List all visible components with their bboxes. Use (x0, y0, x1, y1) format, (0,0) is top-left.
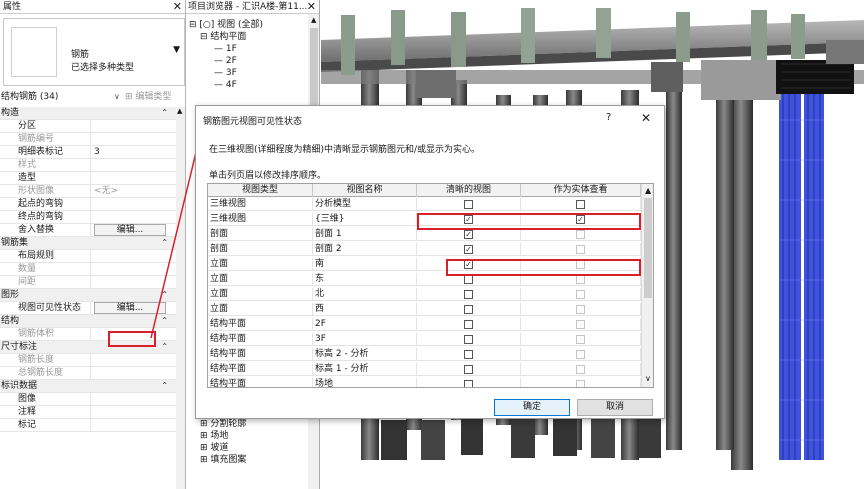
table-row[interactable]: 结构平面 标高 2 - 分析 (208, 348, 641, 361)
view-type-cell: 剖面 (208, 243, 313, 256)
clear-view-cell (417, 318, 521, 331)
clear-view-checkbox[interactable] (464, 275, 473, 284)
dialog-instruction: 在三维视图(详细程度为精细)中清晰显示钢筋图元和/或显示为实心。 (209, 145, 481, 155)
view-type-cell: 立面 (208, 258, 313, 271)
solid-view-cell (521, 288, 641, 301)
table-row[interactable]: 三维视图 分析模型 (208, 198, 641, 211)
solid-view-cell (521, 333, 641, 346)
clear-view-cell (417, 333, 521, 346)
view-as-solid-checkbox[interactable] (576, 305, 585, 314)
highlight-edit-button (108, 331, 156, 347)
view-as-solid-checkbox[interactable] (576, 245, 585, 254)
view-name-cell: 2F (313, 318, 417, 331)
clear-view-cell (417, 378, 521, 387)
clear-view-cell (417, 363, 521, 376)
view-name-cell: 南 (313, 258, 417, 271)
view-name-cell: 剖面 1 (313, 228, 417, 241)
view-as-solid-checkbox[interactable] (576, 230, 585, 239)
sort-hint: 单击列页眉以修改排序顺序。 (209, 171, 327, 181)
clear-view-checkbox[interactable] (464, 350, 473, 359)
solid-view-cell (521, 348, 641, 361)
view-name-cell: 西 (313, 303, 417, 316)
view-name-cell: 场地 (313, 378, 417, 387)
clear-view-checkbox[interactable]: ✓ (464, 230, 473, 239)
table-row[interactable]: 剖面 剖面 2 ✓ (208, 243, 641, 256)
view-as-solid-checkbox[interactable] (576, 320, 585, 329)
clear-view-checkbox[interactable] (464, 320, 473, 329)
cancel-button[interactable]: 取消 (577, 399, 653, 416)
view-type-cell: 结构平面 (208, 363, 313, 376)
view-type-cell: 立面 (208, 288, 313, 301)
view-type-cell: 结构平面 (208, 348, 313, 361)
solid-view-cell (521, 378, 641, 387)
clear-view-cell (417, 348, 521, 361)
column-header-view-as-solid[interactable]: 作为实体查看 (521, 184, 641, 197)
clear-view-cell (417, 303, 521, 316)
clear-view-checkbox[interactable]: ✓ (464, 245, 473, 254)
table-row[interactable]: 立面西 (208, 303, 641, 316)
revit-window: 属性 ✕ 钢筋 已选择多种类型 ▼ 结构钢筋 (34) ∨ ⊞ 编辑类型 构造 ⌃… (0, 0, 864, 489)
clear-view-cell: ✓ (417, 243, 521, 256)
clear-view-cell (417, 198, 521, 211)
ok-button[interactable]: 确定 (494, 399, 570, 416)
clear-view-cell (417, 288, 521, 301)
highlight-3d-row (417, 213, 641, 230)
view-name-cell: 3F (313, 333, 417, 346)
clear-view-checkbox[interactable] (464, 365, 473, 374)
table-row[interactable]: 立面北 (208, 288, 641, 301)
clear-view-checkbox[interactable] (464, 380, 473, 387)
table-row[interactable]: 结构平面 3F (208, 333, 641, 346)
clear-view-checkbox[interactable] (464, 290, 473, 299)
solid-view-cell (521, 303, 641, 316)
dialog-title: 钢筋图元视图可见性状态 (203, 117, 303, 127)
view-name-cell: 分析模型 (313, 198, 417, 211)
dialog-close-button[interactable]: ✕ (641, 111, 651, 125)
rebar-visibility-dialog: 钢筋图元视图可见性状态 ? ✕ 在三维视图(详细程度为精细)中清晰显示钢筋图元和… (195, 105, 665, 419)
view-as-solid-checkbox[interactable] (576, 275, 585, 284)
view-type-cell: 结构平面 (208, 333, 313, 346)
view-name-cell: 标高 2 - 分析 (313, 348, 417, 361)
table-row[interactable]: 结构平面 2F (208, 318, 641, 331)
solid-view-cell (521, 363, 641, 376)
view-as-solid-checkbox[interactable] (576, 365, 585, 374)
solid-view-cell (521, 243, 641, 256)
scroll-up-icon[interactable]: ▲ (645, 186, 651, 195)
clear-view-checkbox[interactable] (464, 305, 473, 314)
table-row[interactable]: 结构平面 标高 1 - 分析 (208, 363, 641, 376)
view-as-solid-checkbox[interactable] (576, 350, 585, 359)
clear-view-checkbox[interactable] (464, 200, 473, 209)
view-type-cell: 剖面 (208, 228, 313, 241)
clear-view-checkbox[interactable] (464, 335, 473, 344)
column-header-view-name[interactable]: 视图名称 (313, 184, 417, 197)
view-as-solid-checkbox[interactable] (576, 335, 585, 344)
view-name-cell: 剖面 2 (313, 243, 417, 256)
view-type-cell: 结构平面 (208, 378, 313, 387)
view-name-cell: 北 (313, 288, 417, 301)
table-row[interactable]: 结构平面 场地 (208, 378, 641, 387)
column-header-view-type[interactable]: 视图类型 (208, 184, 313, 197)
view-name-cell: 东 (313, 273, 417, 286)
table-header: 视图类型 视图名称 清晰的视图 作为实体查看 (208, 184, 641, 197)
help-button[interactable]: ? (606, 112, 611, 123)
view-name-cell: {三维} (313, 213, 417, 226)
highlight-south-row (446, 259, 641, 276)
scrollbar-thumb[interactable] (644, 198, 652, 298)
view-type-cell: 三维视图 (208, 198, 313, 211)
solid-view-cell (521, 198, 641, 211)
view-as-solid-checkbox[interactable] (576, 200, 585, 209)
view-type-cell: 立面 (208, 273, 313, 286)
view-as-solid-checkbox[interactable] (576, 290, 585, 299)
table-scrollbar[interactable]: ▲ ∨ (641, 184, 653, 387)
column-header-clear-view[interactable]: 清晰的视图 (417, 184, 521, 197)
view-type-cell: 三维视图 (208, 213, 313, 226)
view-name-cell: 标高 1 - 分析 (313, 363, 417, 376)
view-type-cell: 结构平面 (208, 318, 313, 331)
solid-view-cell (521, 318, 641, 331)
view-type-cell: 立面 (208, 303, 313, 316)
view-as-solid-checkbox[interactable] (576, 380, 585, 387)
scroll-down-icon[interactable]: ∨ (645, 374, 651, 383)
